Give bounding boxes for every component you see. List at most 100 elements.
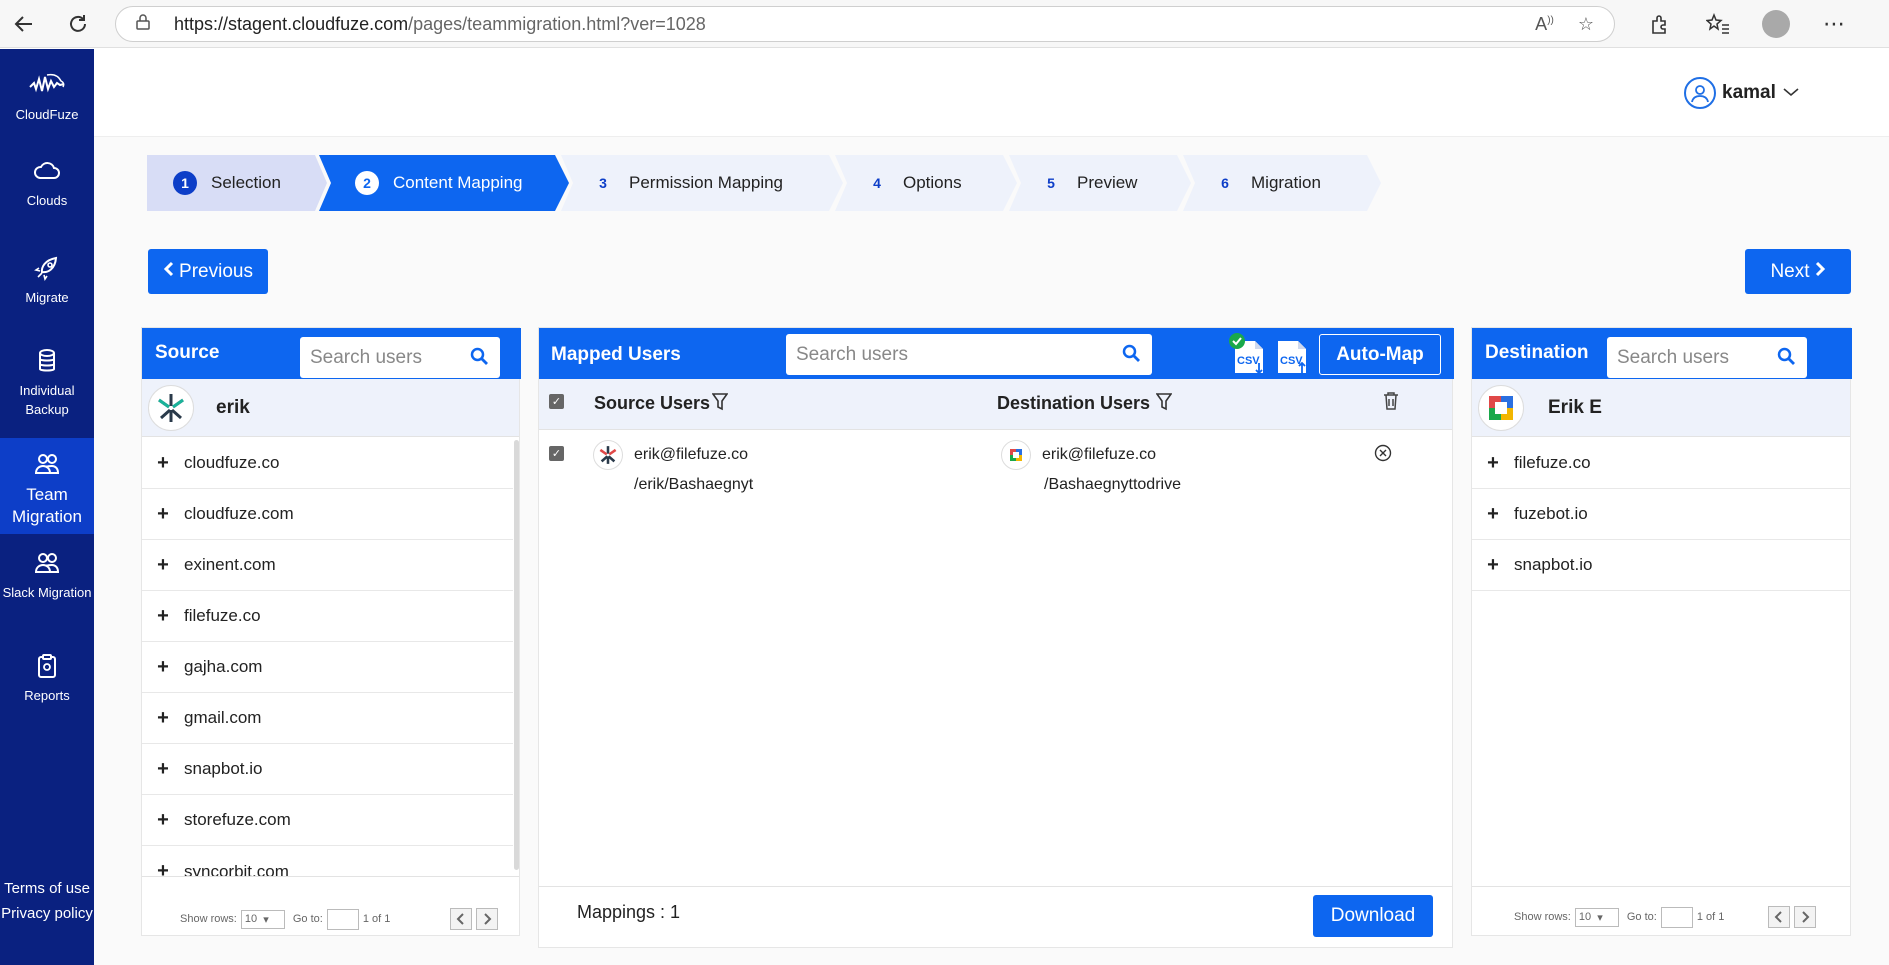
sidebar-item-clouds[interactable]: Clouds [0, 157, 94, 210]
address-bar[interactable]: https://stagent.cloudfuze.com/pages/team… [115, 6, 1615, 42]
sidebar-item-slack-migration[interactable]: Slack Migration [0, 549, 94, 602]
list-item[interactable]: + cloudfuze.com [142, 489, 513, 540]
step-selection[interactable]: 1 Selection [147, 155, 327, 211]
reload-icon[interactable] [58, 4, 98, 44]
prev-page-icon[interactable] [450, 908, 473, 930]
select-all-checkbox[interactable]: ✓ [549, 394, 564, 409]
source-search-input[interactable]: Search users [300, 337, 500, 378]
step-permission-mapping[interactable]: 3 Permission Mapping [561, 155, 843, 211]
step-options[interactable]: 4 Options [835, 155, 1017, 211]
profile-avatar[interactable] [1756, 4, 1796, 44]
more-menu-icon[interactable]: ⋯ [1814, 4, 1854, 44]
back-icon[interactable] [4, 4, 44, 44]
domain-label: storefuze.com [184, 810, 291, 829]
destination-panel: Destination Search users Erik E + filefuz… [1471, 327, 1852, 936]
goto-input[interactable] [1660, 906, 1693, 928]
favorite-star-icon[interactable]: ☆ [1578, 14, 1594, 35]
brand-logo[interactable]: CloudFuze [0, 71, 94, 124]
extensions-icon[interactable] [1640, 4, 1680, 44]
plus-icon[interactable]: + [142, 452, 184, 475]
list-item[interactable]: + storefuze.com [142, 795, 513, 846]
plus-icon[interactable]: + [142, 758, 184, 781]
scrollbar[interactable] [514, 440, 519, 870]
domain-label: syncorbit.com [184, 861, 289, 877]
domain-label: fuzebot.io [1514, 504, 1588, 523]
search-icon[interactable] [1777, 347, 1795, 371]
filter-icon[interactable] [711, 393, 729, 416]
previous-button[interactable]: Previous [148, 249, 268, 294]
mappings-count: Mappings : 1 [577, 902, 681, 922]
source-user-row[interactable]: erik [142, 379, 519, 437]
step-number: 3 [599, 175, 607, 191]
list-item[interactable]: + filefuze.co [1472, 438, 1850, 489]
search-icon[interactable] [1122, 344, 1140, 368]
auto-map-label: Auto-Map [1336, 343, 1424, 365]
google-workspace-icon [1478, 385, 1524, 431]
sidebar-item-reports[interactable]: Reports [0, 652, 94, 705]
plus-icon[interactable]: + [142, 605, 184, 628]
terms-link[interactable]: Terms of use [0, 876, 94, 901]
sidebar-item-migrate[interactable]: Migrate [0, 254, 94, 307]
plus-icon[interactable]: + [1472, 503, 1514, 526]
list-item[interactable]: + exinent.com [142, 540, 513, 591]
list-item[interactable]: + snapbot.io [1472, 540, 1850, 591]
prev-page-icon[interactable] [1768, 906, 1791, 928]
plus-icon[interactable]: + [142, 707, 184, 730]
list-item[interactable]: + filefuze.co [142, 591, 513, 642]
step-number: 4 [873, 175, 881, 191]
users-icon [34, 553, 60, 573]
plus-icon[interactable]: + [142, 656, 184, 679]
sidebar-item-team-migration[interactable]: Team Migration [0, 438, 94, 534]
download-button[interactable]: Download [1313, 895, 1433, 937]
privacy-link[interactable]: Privacy policy [0, 901, 94, 926]
destination-user-row[interactable]: Erik E [1472, 379, 1850, 437]
rows-select[interactable]: 10 ▾ [240, 909, 285, 929]
list-item[interactable]: + syncorbit.com [142, 846, 513, 876]
egnyte-logo-icon [593, 440, 623, 470]
domain-label: filefuze.co [184, 606, 261, 625]
csv-upload-button[interactable]: CSV [1272, 333, 1312, 375]
csv-download-button[interactable]: CSV [1229, 333, 1269, 375]
next-page-icon[interactable] [476, 908, 499, 930]
step-label: Selection [211, 173, 281, 192]
previous-label: Previous [179, 260, 253, 282]
destination-search-input[interactable]: Search users [1607, 337, 1807, 378]
list-item[interactable]: + cloudfuze.co [142, 438, 513, 489]
step-content-mapping[interactable]: 2 Content Mapping [319, 155, 569, 211]
list-item[interactable]: + gajha.com [142, 642, 513, 693]
list-item[interactable]: + snapbot.io [142, 744, 513, 795]
mapped-search-input[interactable]: Search users [786, 334, 1152, 375]
goto-input[interactable] [326, 908, 359, 930]
user-menu[interactable]: kamal [1684, 77, 1800, 109]
filter-icon[interactable] [1155, 393, 1173, 416]
auto-map-button[interactable]: Auto-Map [1319, 334, 1441, 375]
rows-select[interactable]: 10 ▾ [1574, 907, 1619, 927]
domain-label: filefuze.co [1514, 453, 1591, 472]
plus-icon[interactable]: + [142, 860, 184, 876]
sidebar-item-individual-backup[interactable]: Individual Backup [0, 347, 94, 419]
remove-mapping-icon[interactable] [1374, 444, 1392, 467]
read-aloud-icon[interactable]: A)) [1535, 14, 1554, 35]
trash-icon[interactable] [1383, 391, 1399, 416]
step-migration[interactable]: 6 Migration [1183, 155, 1383, 211]
csv-file-icon [1229, 333, 1263, 375]
search-icon[interactable] [470, 347, 488, 371]
plus-icon[interactable]: + [142, 809, 184, 832]
table-row[interactable]: ✓ erik@filefuze.co /erik/Bashaegnyt erik… [539, 430, 1452, 520]
plus-icon[interactable]: + [142, 503, 184, 526]
plus-icon[interactable]: + [1472, 452, 1514, 475]
plus-icon[interactable]: + [1472, 554, 1514, 577]
next-button[interactable]: Next [1745, 249, 1851, 294]
list-item[interactable]: + gmail.com [142, 693, 513, 744]
step-label: Options [903, 173, 962, 192]
favorites-icon[interactable] [1698, 4, 1738, 44]
step-preview[interactable]: 5 Preview [1009, 155, 1191, 211]
sidebar-item-label: Reports [24, 688, 70, 703]
url-path: /pages/teammigration.html?ver=1028 [408, 13, 706, 34]
col-destination-users: Destination Users [997, 393, 1151, 413]
row-checkbox[interactable]: ✓ [549, 446, 564, 461]
list-item[interactable]: + fuzebot.io [1472, 489, 1850, 540]
plus-icon[interactable]: + [142, 554, 184, 577]
csv-file-icon [1278, 341, 1306, 373]
next-page-icon[interactable] [1794, 906, 1817, 928]
